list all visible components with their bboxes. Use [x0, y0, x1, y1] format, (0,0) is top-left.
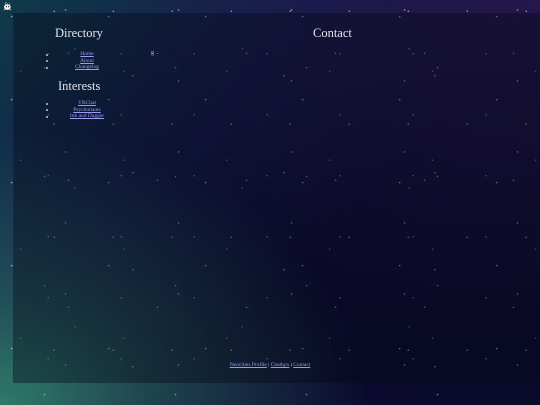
footer-link-contact[interactable]: Contact [293, 362, 310, 368]
list-item: About [46, 58, 127, 65]
bunny-icon[interactable] [2, 1, 13, 12]
footer: Neocities Profile | Chatbox | Contact [0, 362, 540, 368]
interest-link-ink-and-dagger[interactable]: Ink and Dagger [70, 113, 104, 119]
interests-heading: Interests [58, 79, 101, 93]
directory-list: Home About Changelog [46, 51, 127, 71]
stray-text: g [151, 50, 154, 56]
nav-link-about[interactable]: About [80, 58, 94, 64]
interests-list: VRChat Psychonauts Ink and Dagger [46, 100, 127, 120]
contact-heading: Contact [313, 26, 352, 40]
nav-link-home[interactable]: Home [80, 51, 93, 57]
footer-separator: | [268, 362, 270, 368]
list-item: Home [46, 51, 127, 58]
list-item: VRChat [46, 100, 127, 107]
footer-link-chatbox[interactable]: Chatbox [271, 362, 290, 368]
footer-link-neocities-profile[interactable]: Neocities Profile [230, 362, 267, 368]
interest-link-vrchat[interactable]: VRChat [78, 100, 96, 106]
nav-link-changelog[interactable]: Changelog [75, 64, 99, 70]
directory-heading: Directory [55, 26, 103, 40]
interest-link-psychonauts[interactable]: Psychonauts [73, 107, 101, 113]
list-item: Changelog [46, 64, 127, 71]
footer-separator: | [290, 362, 292, 368]
list-item: Psychonauts [46, 107, 127, 114]
list-item: Ink and Dagger [46, 113, 127, 120]
